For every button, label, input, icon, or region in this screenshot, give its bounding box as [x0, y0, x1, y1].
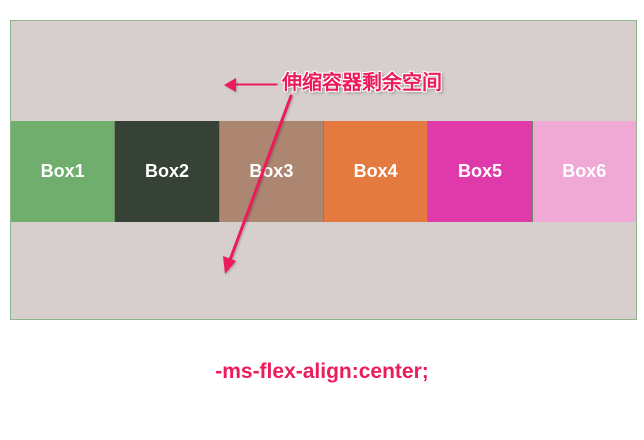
box-1: Box1 [11, 121, 116, 222]
css-property-caption: -ms-flex-align:center; [215, 360, 429, 383]
flex-items-row: Box1 Box2 Box3 Box4 Box5 Box6 [11, 121, 636, 222]
flex-container: Box1 Box2 Box3 Box4 Box5 Box6 [10, 20, 637, 320]
box-5: Box5 [428, 121, 533, 222]
box-6: Box6 [532, 121, 636, 222]
remaining-space-label: 伸缩容器剩余空间 [282, 70, 442, 94]
box-2: Box2 [115, 121, 220, 222]
box-4: Box4 [323, 121, 429, 222]
box-3: Box3 [219, 121, 324, 222]
